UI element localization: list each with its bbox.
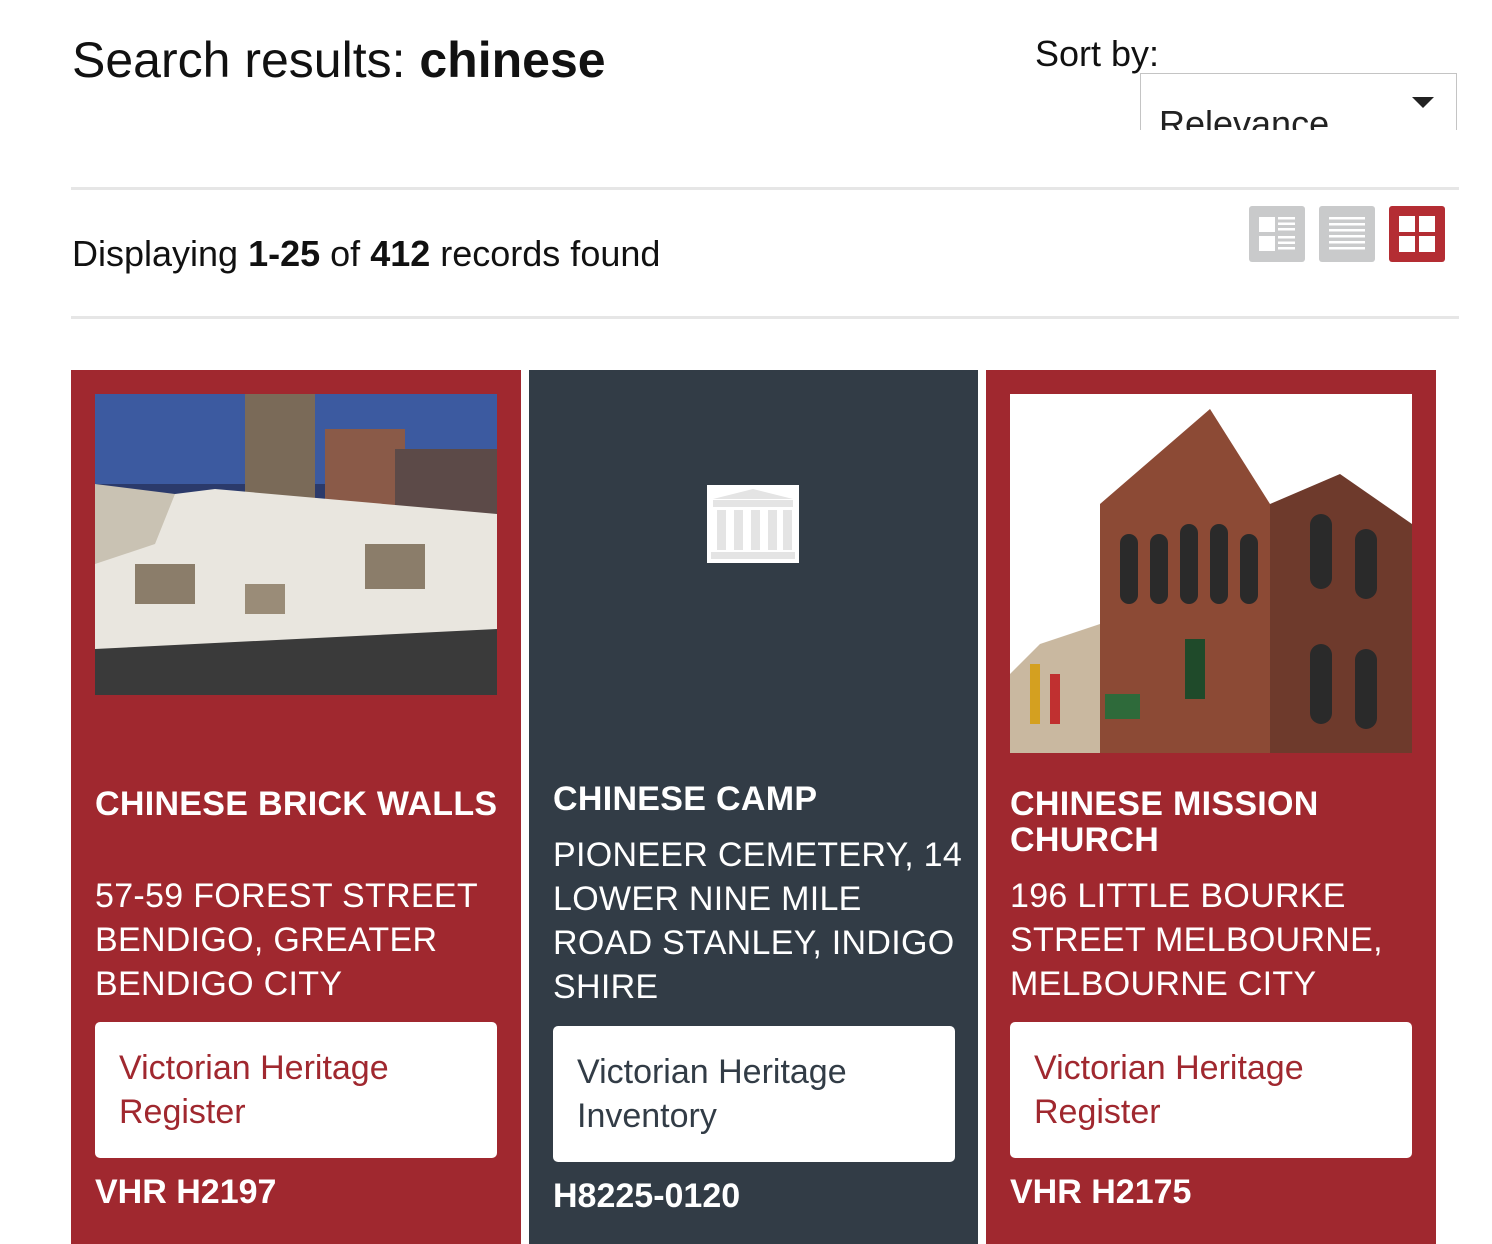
card-photo-brick-wall[interactable] bbox=[95, 394, 497, 695]
card-id: H8225-0120 bbox=[553, 1177, 741, 1215]
card-id: VHR H2197 bbox=[95, 1173, 277, 1211]
result-count-suffix: records found bbox=[430, 233, 661, 274]
grid-icon bbox=[1399, 216, 1435, 252]
view-toggle-list-thumbnails[interactable] bbox=[1249, 206, 1305, 262]
chevron-down-icon bbox=[1412, 97, 1434, 108]
card-title[interactable]: CHINESE MISSION CHURCH bbox=[1010, 786, 1420, 858]
sort-select[interactable]: Relevance bbox=[1140, 73, 1457, 130]
list-with-thumbnails-icon bbox=[1259, 217, 1295, 251]
view-toggle-list[interactable] bbox=[1319, 206, 1375, 262]
result-count-of: of bbox=[320, 233, 371, 274]
result-count: Displaying 1-25 of 412 records found bbox=[72, 233, 660, 275]
card-title[interactable]: CHINESE CAMP bbox=[553, 781, 963, 817]
search-term: chinese bbox=[419, 32, 606, 88]
divider bbox=[71, 316, 1459, 319]
card-photo-mission-church[interactable] bbox=[1010, 394, 1412, 753]
result-card[interactable]: CHINESE MISSION CHURCH 196 LITTLE BOURKE… bbox=[986, 370, 1436, 1244]
sort-label: Sort by: bbox=[1035, 33, 1160, 74]
card-title[interactable]: CHINESE BRICK WALLS bbox=[95, 786, 505, 822]
result-total: 412 bbox=[370, 233, 431, 274]
card-register-link[interactable]: Victorian Heritage Inventory bbox=[553, 1026, 955, 1162]
page-title-prefix: Search results: bbox=[72, 32, 420, 88]
card-address: 57-59 FOREST STREET BENDIGO, GREATER BEN… bbox=[95, 877, 478, 1003]
heritage-building-placeholder-icon bbox=[707, 485, 799, 563]
divider bbox=[71, 187, 1459, 190]
result-range: 1-25 bbox=[248, 233, 321, 274]
result-card[interactable]: CHINESE CAMP PIONEER CEMETERY, 14 LOWER … bbox=[529, 370, 978, 1244]
page-title: Search results: chinese bbox=[72, 30, 606, 90]
sort-selected-value: Relevance bbox=[1159, 103, 1330, 131]
card-id: VHR H2175 bbox=[1010, 1173, 1192, 1211]
list-icon bbox=[1329, 217, 1365, 250]
result-card[interactable]: CHINESE BRICK WALLS 57-59 FOREST STREET … bbox=[71, 370, 521, 1244]
card-address: PIONEER CEMETERY, 14 LOWER NINE MILE ROA… bbox=[553, 836, 963, 1006]
card-register-link[interactable]: Victorian Heritage Register bbox=[95, 1022, 497, 1158]
card-address: 196 LITTLE BOURKE STREET MELBOURNE, MELB… bbox=[1010, 877, 1383, 1003]
view-toggle-grid[interactable] bbox=[1389, 206, 1445, 262]
card-register-link[interactable]: Victorian Heritage Register bbox=[1010, 1022, 1412, 1158]
result-count-prefix: Displaying bbox=[72, 233, 249, 274]
